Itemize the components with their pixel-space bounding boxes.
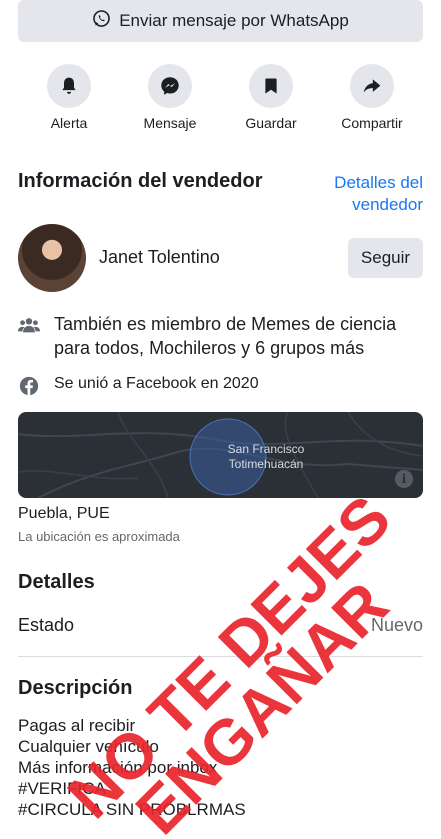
groups-membership-text: También es miembro de Memes de ciencia p… <box>54 314 397 358</box>
divider <box>18 656 423 657</box>
seller-details-link[interactable]: Detalles del vendedor <box>303 172 423 216</box>
group-icon <box>18 314 40 336</box>
details-title: Detalles <box>18 571 95 593</box>
location-approx-note: La ubicación es aproximada <box>18 529 180 544</box>
whatsapp-message-button[interactable]: Enviar mensaje por WhatsApp <box>18 0 423 42</box>
map-info-icon[interactable]: i <box>395 470 413 488</box>
seller-section-title: Información del vendedor <box>18 170 263 192</box>
joined-row: Se unió a Facebook en 2020 <box>18 373 259 397</box>
description-title: Descripción <box>18 677 133 699</box>
message-button[interactable]: Mensaje <box>125 64 215 131</box>
bookmark-icon <box>249 64 293 108</box>
groups-row: También es miembro de Memes de ciencia p… <box>18 312 429 360</box>
follow-button[interactable]: Seguir <box>348 238 423 278</box>
description-line: Cualquier vehículo <box>18 737 159 756</box>
alert-label: Alerta <box>50 115 88 131</box>
description-body: Pagas al recibir Cualquier vehículo Más … <box>18 715 246 820</box>
alert-button[interactable]: Alerta <box>24 64 114 131</box>
share-icon <box>350 64 394 108</box>
description-line: Pagas al recibir <box>18 716 136 735</box>
map-place-label: San Francisco Totimehuacán <box>227 442 305 471</box>
description-line: #CIRCULA SIN PROBLRMAS <box>18 800 246 819</box>
facebook-icon <box>18 375 40 397</box>
save-label: Guardar <box>245 115 297 131</box>
location-map[interactable]: San Francisco Totimehuacán i <box>18 412 423 498</box>
action-row: Alerta Mensaje Guardar Compartir <box>0 64 441 134</box>
condition-label: Estado <box>18 615 75 635</box>
joined-facebook-text: Se unió a Facebook en 2020 <box>54 375 259 392</box>
description-line: Más información por inbox <box>18 758 218 777</box>
whatsapp-icon <box>92 9 111 33</box>
location-city: Puebla, PUE <box>18 505 110 522</box>
bell-icon <box>47 64 91 108</box>
share-button[interactable]: Compartir <box>327 64 417 131</box>
save-button[interactable]: Guardar <box>226 64 316 131</box>
messenger-icon <box>148 64 192 108</box>
description-line: #VERIFICA <box>18 779 106 798</box>
condition-value: Nuevo <box>370 615 423 635</box>
avatar[interactable] <box>18 224 86 292</box>
message-label: Mensaje <box>143 115 197 131</box>
seller-name[interactable]: Janet Tolentino <box>99 247 220 268</box>
whatsapp-button-label: Enviar mensaje por WhatsApp <box>119 11 349 30</box>
share-label: Compartir <box>341 115 403 131</box>
